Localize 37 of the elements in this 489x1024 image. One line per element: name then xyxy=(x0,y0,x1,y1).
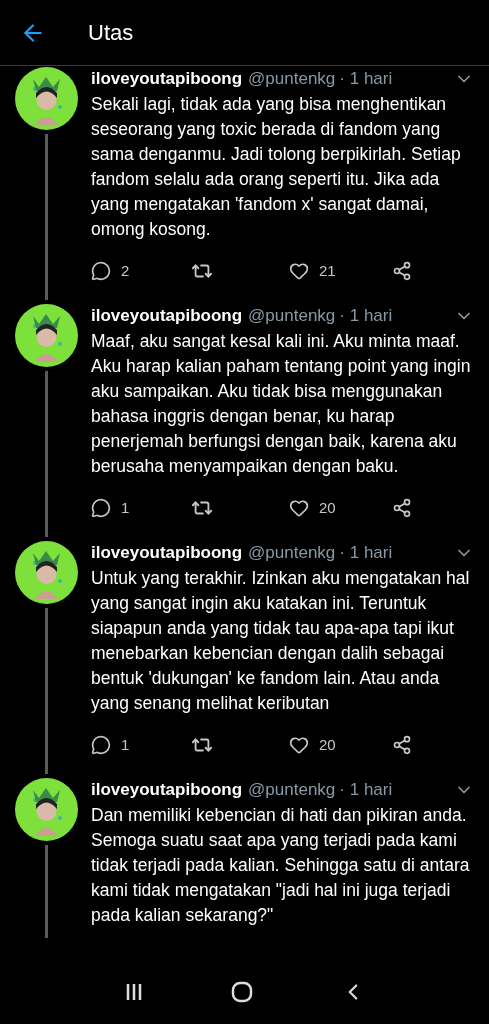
user-handle: @puntenkg xyxy=(248,305,336,328)
tweet-text: Untuk yang terakhir. Izinkan aku mengatakan hal yang sangat ingin aku katakan ini. Teruntuk siapapun anda yang tidak tau apa-apa tapi ikut menebarkan kebencian dengan dalih sebagai bentuk 'dukungan' ke fandom lain. Atau anda yang senang melihat keributan xyxy=(91,567,471,715)
user-name[interactable]: iloveyoutapiboong xyxy=(91,303,243,329)
user-name[interactable]: iloveyoutapiboong xyxy=(91,540,243,566)
like-button[interactable]: 20 xyxy=(289,733,336,757)
share-icon[interactable] xyxy=(391,735,412,755)
tweet-time: · 1 hari xyxy=(339,779,393,802)
user-handle: @puntenkg xyxy=(248,542,336,565)
user-name[interactable]: iloveyoutapiboong xyxy=(91,777,243,803)
user-name[interactable]: iloveyoutapiboong xyxy=(91,66,243,92)
like-button[interactable]: 20 xyxy=(289,496,336,520)
reply-button[interactable]: 1 xyxy=(91,733,191,757)
heart-icon xyxy=(289,498,309,518)
tweet-time: · 1 hari xyxy=(339,68,393,91)
share-icon[interactable] xyxy=(391,498,412,518)
avatar[interactable] xyxy=(15,541,78,604)
tweet-time: · 1 hari xyxy=(339,305,393,328)
heart-icon xyxy=(289,261,309,281)
reply-icon xyxy=(91,735,111,755)
tweet-text: Dan memiliki kebencian di hati dan pikiran anda. Semoga suatu saat apa yang terjadi pada kami tidak terjadi pada kalian. Sehingga satu di antara kami tidak mengatakan "jadi hal ini juga terjadi pada kalian sekarang?" xyxy=(91,804,471,927)
user-handle: @puntenkg xyxy=(248,779,336,802)
reply-button[interactable]: 2 xyxy=(91,259,191,283)
tweet-time: · 1 hari xyxy=(339,542,393,565)
user-handle: @puntenkg xyxy=(248,68,336,91)
home-icon[interactable] xyxy=(230,981,253,1003)
tweet-text: Maaf, aku sangat kesal kali ini. Aku minta maaf. Aku harap kalian paham tentang point yang ingin aku sampaikan. Aku tidak bisa menggunakan bahasa inggris dengan benar, ku harap penerjemah berfungsi dengan baik, karena aku berusaha menyampaikan dengan baku. xyxy=(91,330,472,478)
page-title: Utas xyxy=(88,19,134,47)
avatar[interactable] xyxy=(15,67,78,130)
tweet-text: Sekali lagi, tidak ada yang bisa menghentikan seseorang yang toxic berada di fandom yang sama denganmu. Jadi tolong berpikirlah. Setiap fandom selalu ada orang seperti itu. Jika ada yang mengatakan 'fandom x' sangat damai, omong kosong. xyxy=(91,93,462,241)
reply-icon xyxy=(91,261,111,281)
reply-icon xyxy=(91,498,111,518)
heart-icon xyxy=(289,735,309,755)
reply-button[interactable]: 1 xyxy=(91,496,191,520)
share-icon[interactable] xyxy=(391,261,412,281)
like-button[interactable]: 21 xyxy=(289,259,336,283)
avatar[interactable] xyxy=(15,304,78,367)
avatar[interactable] xyxy=(15,778,78,841)
